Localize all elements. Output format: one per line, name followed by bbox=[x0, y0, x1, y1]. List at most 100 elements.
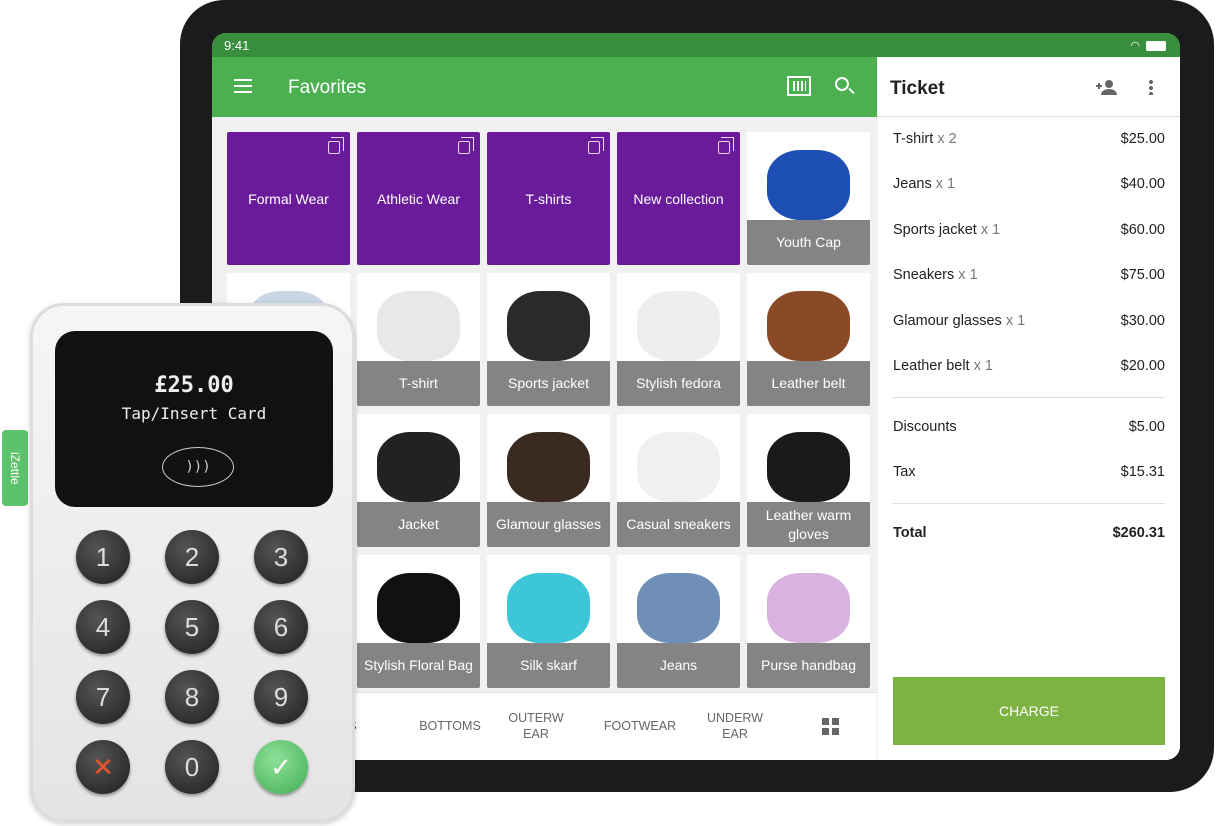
ticket-title: Ticket bbox=[890, 78, 945, 99]
item-name: Glamour glasses bbox=[893, 312, 1002, 329]
product-tile[interactable]: Glamour glasses bbox=[487, 414, 610, 547]
category-tile[interactable]: Athletic Wear bbox=[357, 132, 480, 265]
tile-label: Leather warm gloves bbox=[747, 502, 870, 547]
reader-message: Tap/Insert Card bbox=[121, 404, 267, 423]
tile-label: Glamour glasses bbox=[487, 502, 610, 547]
divider bbox=[893, 503, 1165, 504]
keypad-key[interactable]: 1 bbox=[76, 530, 130, 584]
barcode-icon[interactable] bbox=[787, 76, 811, 96]
collection-icon bbox=[328, 137, 344, 154]
item-qty: x 1 bbox=[1005, 312, 1026, 329]
product-tile[interactable]: T-shirt bbox=[357, 273, 480, 406]
keypad-key[interactable]: 9 bbox=[254, 670, 308, 724]
product-tile[interactable]: Stylish fedora bbox=[617, 273, 740, 406]
ticket-line-item[interactable]: Glamour glasses x 1 $30.00 bbox=[893, 313, 1165, 329]
category-tile[interactable]: Formal Wear bbox=[227, 132, 350, 265]
total-value: $260.31 bbox=[1112, 525, 1165, 541]
app-bar: Favorites bbox=[212, 57, 877, 117]
charge-button[interactable]: CHARGE bbox=[893, 677, 1165, 745]
more-options-icon[interactable] bbox=[1149, 79, 1153, 95]
tile-label: Casual sneakers bbox=[617, 502, 740, 547]
item-price: $25.00 bbox=[1120, 131, 1165, 147]
add-customer-icon[interactable] bbox=[1096, 79, 1118, 95]
keypad-key[interactable]: 8 bbox=[165, 670, 219, 724]
item-qty: x 1 bbox=[973, 358, 993, 374]
product-tile[interactable]: Leather warm gloves bbox=[747, 414, 870, 547]
keypad-key[interactable]: 3 bbox=[254, 530, 308, 584]
keypad-key[interactable]: 2 bbox=[165, 530, 219, 584]
cancel-key[interactable]: ✕ bbox=[76, 740, 130, 794]
keypad-key[interactable]: 4 bbox=[76, 600, 130, 654]
category-tile[interactable]: T-shirts bbox=[487, 132, 610, 265]
item-qty: x 1 bbox=[958, 267, 978, 284]
tab-footwear[interactable]: FOOTWEAR bbox=[598, 693, 682, 759]
grid-view-icon[interactable] bbox=[822, 718, 839, 735]
product-image bbox=[637, 432, 720, 502]
product-tile[interactable]: Stylish Floral Bag bbox=[357, 555, 480, 688]
collection-icon bbox=[588, 137, 604, 154]
keypad-key[interactable]: 0 bbox=[165, 740, 219, 794]
ticket-line-item[interactable]: T-shirt x 2 $25.00 bbox=[893, 131, 1165, 147]
reader-display: £25.00 Tap/Insert Card ))) bbox=[55, 331, 333, 507]
item-price: $40.00 bbox=[1120, 176, 1165, 193]
brand-tab: iZettle bbox=[2, 430, 28, 506]
tile-label: Silk skarf bbox=[487, 643, 610, 688]
contactless-icon: ))) bbox=[162, 447, 234, 487]
product-tile[interactable]: Silk skarf bbox=[487, 555, 610, 688]
product-tile[interactable]: Purse handbag bbox=[747, 555, 870, 688]
tax-value: $15.31 bbox=[1120, 464, 1165, 480]
product-image bbox=[507, 291, 590, 361]
product-tile[interactable]: Youth Cap bbox=[747, 132, 870, 265]
item-price: $75.00 bbox=[1120, 267, 1165, 284]
item-name: Jeans bbox=[893, 176, 932, 193]
tax-row: Tax $15.31 bbox=[893, 464, 1165, 480]
product-tile[interactable]: Jacket bbox=[357, 414, 480, 547]
category-tile[interactable]: New collection bbox=[617, 132, 740, 265]
product-image bbox=[767, 573, 850, 643]
tab-bottoms[interactable]: BOTTOMS bbox=[408, 693, 492, 759]
ticket-line-item[interactable]: Sports jacket x 1 $60.00 bbox=[893, 222, 1165, 238]
ticket-line-item[interactable]: Leather belt x 1 $20.00 bbox=[893, 358, 1165, 374]
ticket-line-item[interactable]: Jeans x 1 $40.00 bbox=[893, 176, 1165, 192]
status-time: 9:41 bbox=[224, 38, 250, 53]
item-price: $20.00 bbox=[1120, 358, 1165, 374]
item-price: $30.00 bbox=[1120, 312, 1165, 329]
product-image bbox=[767, 150, 850, 220]
product-tile[interactable]: Jeans bbox=[617, 555, 740, 688]
product-tile[interactable]: Sports jacket bbox=[487, 273, 610, 406]
discounts-label: Discounts bbox=[893, 419, 957, 435]
wifi-icon: ◠ bbox=[1130, 40, 1140, 52]
item-name: Sneakers bbox=[893, 267, 955, 284]
divider bbox=[893, 397, 1165, 398]
item-name: Sports jacket bbox=[893, 221, 977, 238]
keypad-key[interactable]: 6 bbox=[254, 600, 308, 654]
discounts-value: $5.00 bbox=[1128, 419, 1165, 435]
card-reader: £25.00 Tap/Insert Card ))) 1 2 3 4 5 6 7 8 9 ✕ 0 ✓ bbox=[30, 303, 355, 822]
product-tile[interactable]: Casual sneakers bbox=[617, 414, 740, 547]
total-row: Total $260.31 bbox=[893, 525, 1165, 541]
tab-underwear[interactable]: UNDERW EAR bbox=[705, 693, 765, 759]
keypad-key[interactable]: 7 bbox=[76, 670, 130, 724]
confirm-key[interactable]: ✓ bbox=[254, 740, 308, 794]
ticket-line-item[interactable]: Sneakers x 1 $75.00 bbox=[893, 267, 1165, 283]
page-title: Favorites bbox=[288, 77, 367, 98]
search-icon[interactable] bbox=[835, 77, 849, 91]
tile-label: New collection bbox=[633, 190, 724, 207]
item-qty: x 1 bbox=[980, 221, 1001, 238]
keypad-key[interactable]: 5 bbox=[165, 600, 219, 654]
product-tile[interactable]: Leather belt bbox=[747, 273, 870, 406]
product-image bbox=[767, 432, 850, 502]
tab-outerwear[interactable]: OUTERW EAR bbox=[508, 693, 563, 759]
discounts-row: Discounts $5.00 bbox=[893, 419, 1165, 435]
product-image bbox=[377, 573, 460, 643]
item-name: Leather belt bbox=[893, 358, 970, 374]
reader-amount: £25.00 bbox=[154, 373, 234, 398]
collection-icon bbox=[458, 137, 474, 154]
item-qty: x 1 bbox=[935, 176, 956, 193]
product-image bbox=[507, 432, 590, 502]
pos-screen: 9:41 ◠ Favorites Formal Wear Athletic Wea… bbox=[212, 33, 1180, 760]
menu-icon[interactable] bbox=[234, 79, 252, 93]
product-image bbox=[377, 291, 460, 361]
item-qty: x 2 bbox=[937, 131, 957, 147]
product-image bbox=[637, 573, 720, 643]
